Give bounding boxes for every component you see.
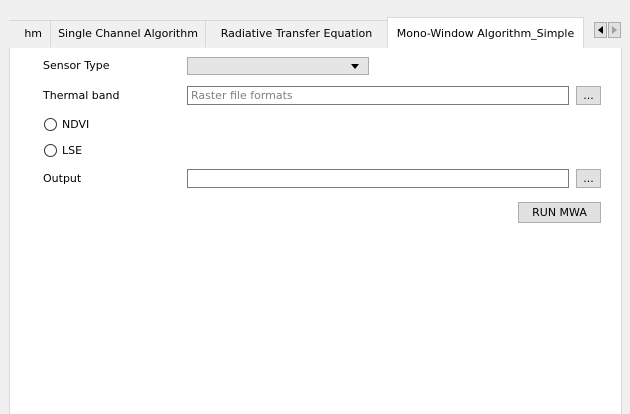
tab-scroll-left-button[interactable]	[594, 22, 607, 38]
thermal-band-browse-button[interactable]: ...	[576, 86, 601, 105]
thermal-band-input[interactable]	[187, 86, 569, 105]
lse-radio-label: LSE	[62, 144, 83, 157]
triangle-left-icon	[598, 26, 603, 34]
output-input[interactable]	[187, 169, 569, 188]
ndvi-radio-label: NDVI	[62, 118, 90, 131]
tab-mono-window-algorithm-simple[interactable]: Mono-Window Algorithm_Simple	[387, 17, 584, 48]
tab-scroll-right-button[interactable]	[608, 22, 621, 38]
tab-partial[interactable]: hm	[9, 20, 51, 47]
sensor-type-label: Sensor Type	[43, 59, 110, 72]
lse-radio[interactable]: LSE	[44, 144, 82, 157]
ndvi-radio[interactable]: NDVI	[44, 118, 89, 131]
thermal-band-label: Thermal band	[43, 89, 120, 102]
tab-content-panel: Sensor Type Thermal band ... NDVI LSE Ou…	[9, 48, 622, 414]
tab-bar: hm Single Channel Algorithm Radiative Tr…	[9, 14, 622, 49]
output-browse-button[interactable]: ...	[576, 169, 601, 188]
radio-circle-icon	[44, 118, 57, 131]
tab-radiative-transfer-equation[interactable]: Radiative Transfer Equation	[205, 20, 388, 47]
run-mwa-button[interactable]: RUN MWA	[518, 202, 601, 223]
tab-single-channel-algorithm[interactable]: Single Channel Algorithm	[50, 20, 206, 47]
output-label: Output	[43, 172, 82, 185]
radio-circle-icon	[44, 144, 57, 157]
triangle-right-icon	[612, 26, 617, 34]
chevron-down-icon	[351, 64, 359, 69]
sensor-type-select[interactable]	[187, 57, 369, 75]
